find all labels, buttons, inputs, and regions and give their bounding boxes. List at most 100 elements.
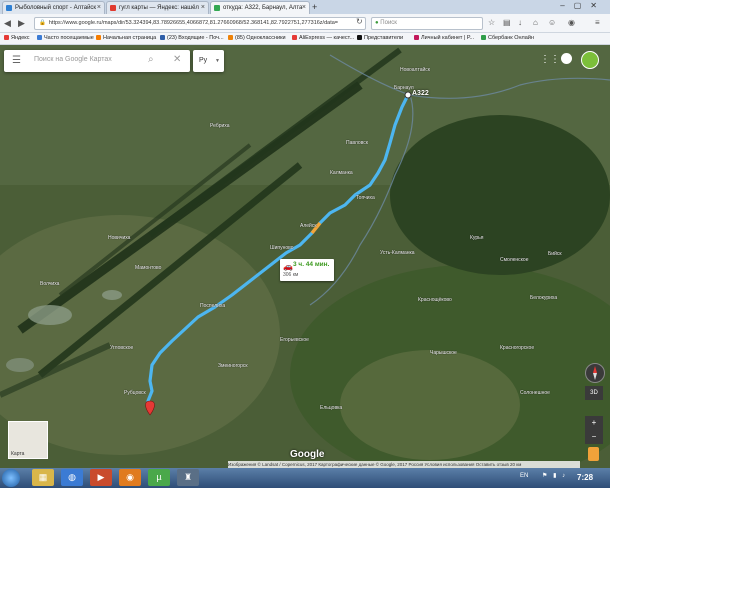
- forward-icon[interactable]: ▶: [18, 17, 25, 29]
- screen: Рыболовный спорт - Алтайск × гугл карты …: [0, 0, 610, 488]
- place-label: Краснощёково: [418, 297, 452, 303]
- bookmark-item[interactable]: AliExpress — качест...: [292, 33, 354, 44]
- browser-tab-1[interactable]: Рыболовный спорт - Алтайск ×: [2, 1, 105, 15]
- bookmark-item[interactable]: (85) Одноклассники: [228, 33, 286, 44]
- search-icon[interactable]: ⌕: [148, 54, 154, 65]
- close-icon[interactable]: ✕: [173, 54, 181, 65]
- road-label: A322: [412, 90, 429, 97]
- system-tray: EN ⚑ ▮ ♪: [520, 472, 565, 479]
- browser-tab-bar: Рыболовный спорт - Алтайск × гугл карты …: [0, 0, 610, 15]
- download-icon[interactable]: ↓: [518, 18, 522, 28]
- place-label: Ребриха: [210, 123, 230, 129]
- language-value: Ру: [199, 57, 208, 64]
- bookmark-item[interactable]: Яндекс: [4, 33, 30, 44]
- chat-icon[interactable]: ☺: [548, 18, 556, 28]
- place-label: Новоалтайск: [400, 67, 430, 73]
- language-select[interactable]: Ру ▼: [193, 50, 224, 72]
- place-label: Калманка: [330, 170, 353, 176]
- home-icon[interactable]: ⌂: [533, 18, 538, 28]
- back-icon[interactable]: ◀: [4, 17, 11, 29]
- new-tab-button[interactable]: +: [312, 1, 317, 13]
- avatar[interactable]: [581, 51, 599, 69]
- bookmark-item[interactable]: Сбербанк Онлайн: [481, 33, 534, 44]
- window-controls[interactable]: ‒▢✕: [560, 1, 606, 10]
- zoom-in-button[interactable]: +: [585, 416, 603, 430]
- place-label: Змеиногорск: [218, 363, 248, 369]
- place-label: Ельцовка: [320, 405, 343, 411]
- media-player-icon[interactable]: ▶: [90, 469, 112, 486]
- addon-icon[interactable]: ◉: [568, 18, 575, 28]
- reload-icon[interactable]: ↻: [356, 16, 363, 28]
- route-duration: 3 ч. 44 мин.: [293, 261, 330, 268]
- hamburger-menu-icon[interactable]: ☰: [12, 55, 21, 66]
- car-icon: 🚗: [283, 262, 293, 271]
- place-label: Новичиха: [108, 235, 131, 241]
- notifications-icon[interactable]: [561, 53, 572, 64]
- place-label: Красногорское: [500, 345, 535, 351]
- search-engine-icon: ●: [375, 20, 379, 26]
- place-label: Бийск: [548, 251, 562, 257]
- menu-icon[interactable]: ≡: [595, 18, 600, 28]
- map-canvas[interactable]: A322 Новоалтайск Барнаул Калманка Алейск…: [0, 45, 610, 468]
- search-placeholder: Поиск: [380, 20, 397, 26]
- close-icon[interactable]: ×: [201, 2, 205, 14]
- browser-tab-2[interactable]: гугл карты — Яндекс: нашёл ×: [106, 1, 209, 15]
- place-label: Егорьевское: [280, 337, 309, 343]
- chrome-icon[interactable]: ◍: [61, 469, 83, 486]
- browser-search-input[interactable]: ● Поиск: [371, 17, 483, 30]
- map-layer-toggle[interactable]: Карта: [8, 421, 48, 459]
- network-icon[interactable]: ▮: [553, 473, 556, 479]
- place-label: Мамонтово: [135, 265, 162, 271]
- game-icon[interactable]: ♜: [177, 469, 199, 486]
- maps-search-box[interactable]: ☰ Поиск на Google Картах ⌕ ✕: [4, 50, 190, 72]
- volume-icon[interactable]: ♪: [562, 473, 565, 479]
- reading-list-icon[interactable]: ▤: [503, 18, 511, 28]
- windows-taskbar: ▦ ◍ ▶ ◉ µ ♜ EN ⚑ ▮ ♪ 7:28: [0, 468, 610, 488]
- place-label: Алейск: [300, 223, 317, 229]
- flag-icon[interactable]: ⚑: [542, 473, 547, 479]
- odnoklassniki-icon: [228, 35, 233, 40]
- compass-icon[interactable]: [585, 363, 605, 383]
- bookmark-item[interactable]: (23) Входящие - Поч...: [160, 33, 224, 44]
- tab-title: откуда: A322, Барнаул, Алта: [223, 5, 303, 11]
- bookmark-icon: [37, 35, 42, 40]
- place-label: Чарышское: [430, 350, 457, 356]
- lock-icon: 🔒: [39, 20, 46, 26]
- star-icon[interactable]: ☆: [488, 18, 495, 28]
- browser-nav-bar: ◀ ▶ 🔒 https://www.google.ru/maps/dir/53.3…: [0, 14, 610, 33]
- bookmark-item[interactable]: Начальная страница: [96, 33, 156, 44]
- route-distance: 306 км: [283, 272, 299, 278]
- map-attribution: Изображения © Landsat / Copernicus, 2017…: [228, 461, 580, 468]
- firefox-icon[interactable]: ◉: [119, 469, 141, 486]
- pegman-icon[interactable]: [588, 447, 599, 461]
- zoom-out-button[interactable]: −: [585, 430, 603, 444]
- keyboard-language[interactable]: EN: [520, 473, 528, 479]
- place-label: Смоленское: [500, 257, 529, 263]
- place-label: Волчиха: [40, 281, 60, 287]
- sberbank-icon: [481, 35, 486, 40]
- place-label: Курья: [470, 235, 484, 241]
- torrent-icon[interactable]: µ: [148, 469, 170, 486]
- file-explorer-icon[interactable]: ▦: [32, 469, 54, 486]
- close-icon[interactable]: ×: [97, 2, 101, 14]
- place-label: Павловск: [346, 140, 368, 146]
- place-label: Угловское: [110, 345, 134, 351]
- aliexpress-icon: [292, 35, 297, 40]
- address-bar[interactable]: 🔒 https://www.google.ru/maps/dir/53.32439…: [34, 17, 366, 30]
- start-button[interactable]: [2, 469, 20, 487]
- bookmark-item[interactable]: Представители: [357, 33, 403, 44]
- place-label: Барнаул: [394, 85, 414, 91]
- route-info-box[interactable]: 🚗 3 ч. 44 мин. 306 км: [280, 259, 334, 281]
- bookmark-item[interactable]: Часто посещаемые: [37, 33, 94, 44]
- tab-title: гугл карты — Яндекс: нашёл: [119, 5, 199, 11]
- place-label: Рубцовск: [124, 390, 146, 396]
- yandex-icon: [4, 35, 9, 40]
- tilt-3d-button[interactable]: 3D: [585, 386, 603, 400]
- tab-favicon-icon: [110, 5, 116, 11]
- close-icon[interactable]: ×: [302, 2, 306, 14]
- browser-tab-3[interactable]: откуда: A322, Барнаул, Алта ×: [210, 1, 310, 15]
- bookmark-item[interactable]: Личный кабинет | Р...: [414, 33, 474, 44]
- bookmark-icon: [357, 35, 362, 40]
- place-label: Поспелиха: [200, 303, 226, 309]
- url-text: https://www.google.ru/maps/dir/53.324394…: [48, 20, 339, 26]
